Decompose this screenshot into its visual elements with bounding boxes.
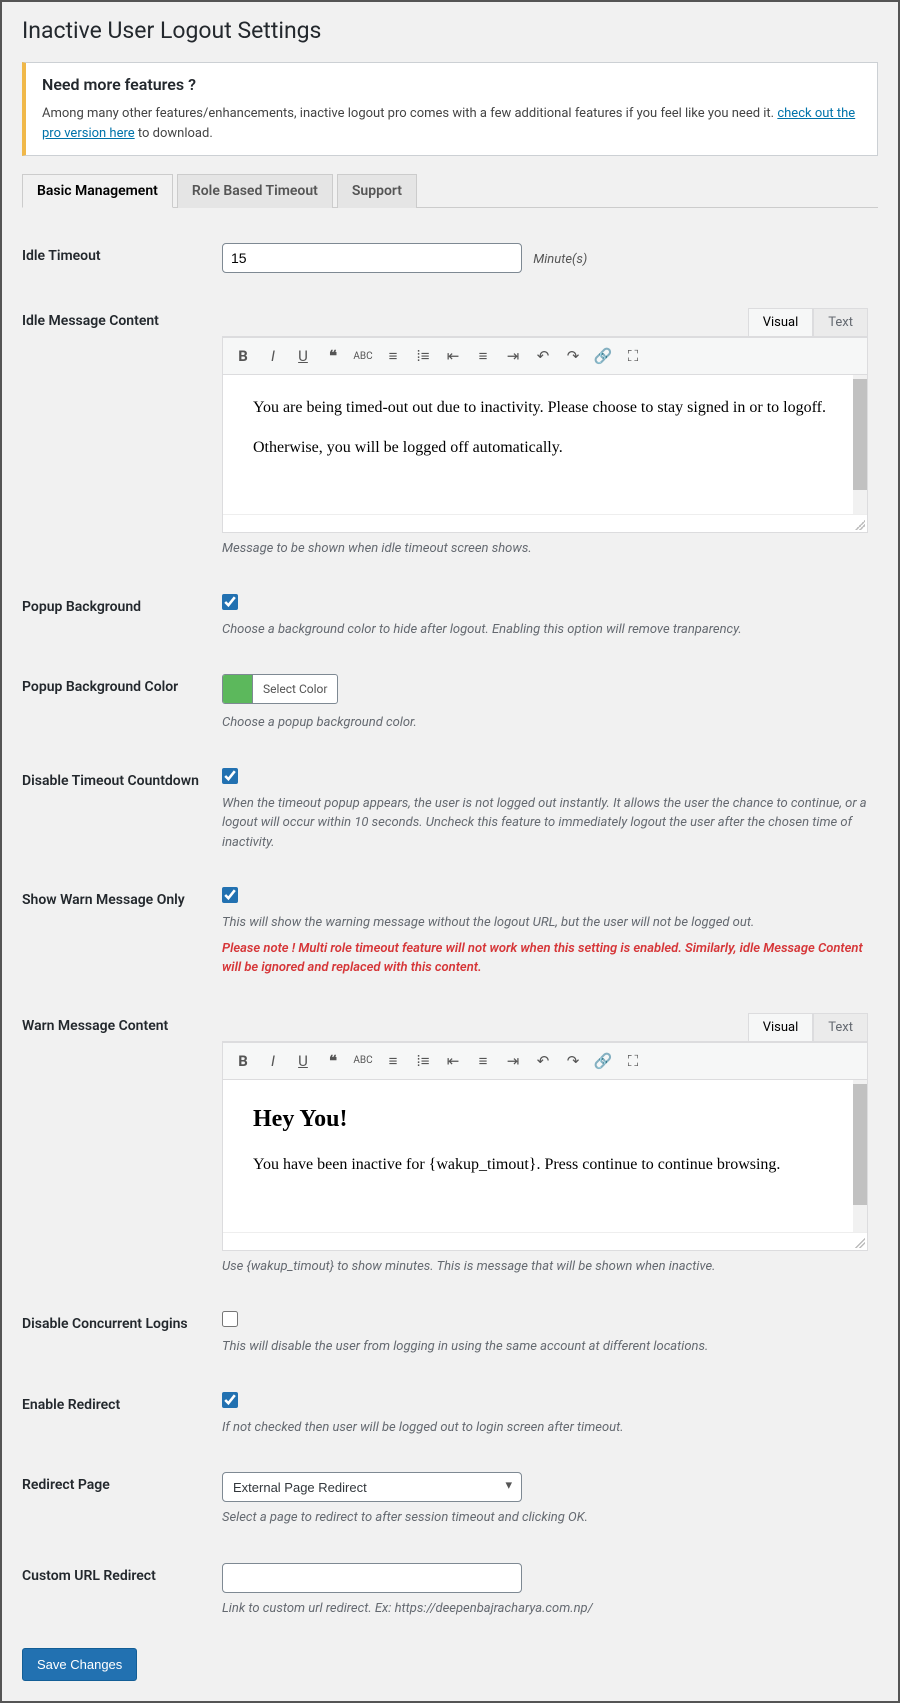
editor-tab-text[interactable]: Text — [813, 308, 868, 336]
align-right-icon[interactable]: ⇥ — [499, 1047, 527, 1075]
disable-countdown-label: Disable Timeout Countdown — [22, 753, 222, 873]
tab-nav: Basic Management Role Based Timeout Supp… — [22, 174, 878, 208]
undo-icon[interactable]: ↶ — [529, 342, 557, 370]
editor-toolbar-2: B I U ❝ ABC ≡ ⁞≡ ⇤ ≡ ⇥ ↶ ↷ 🔗 ⛶ — [223, 1042, 867, 1080]
fullscreen-icon[interactable]: ⛶ — [619, 1047, 647, 1075]
undo-icon[interactable]: ↶ — [529, 1047, 557, 1075]
editor-content-2[interactable]: Hey You! You have been inactive for {wak… — [223, 1080, 867, 1232]
idle-message-label: Idle Message Content — [22, 293, 222, 579]
pro-notice: Need more features ? Among many other fe… — [22, 62, 878, 156]
italic-icon[interactable]: I — [259, 1047, 287, 1075]
editor-resize-handle[interactable] — [223, 514, 867, 532]
warn-message-editor[interactable]: B I U ❝ ABC ≡ ⁞≡ ⇤ ≡ ⇥ ↶ ↷ 🔗 ⛶ — [222, 1041, 868, 1251]
fullscreen-icon[interactable]: ⛶ — [619, 342, 647, 370]
tab-support[interactable]: Support — [337, 174, 417, 208]
disable-concurrent-desc: This will disable the user from logging … — [222, 1337, 868, 1357]
show-warn-label: Show Warn Message Only — [22, 872, 222, 998]
link-icon[interactable]: 🔗 — [589, 342, 617, 370]
select-color-button[interactable]: Select Color — [253, 675, 337, 703]
enable-redirect-label: Enable Redirect — [22, 1377, 222, 1458]
show-warn-red-note: Please note ! Multi role timeout feature… — [222, 939, 868, 978]
disable-countdown-desc: When the timeout popup appears, the user… — [222, 794, 868, 853]
bullet-list-icon[interactable]: ≡ — [379, 1047, 407, 1075]
align-center-icon[interactable]: ≡ — [469, 342, 497, 370]
quote-icon[interactable]: ❝ — [319, 1047, 347, 1075]
idle-message-editor[interactable]: B I U ❝ ABC ≡ ⁞≡ ⇤ ≡ ⇥ ↶ ↷ 🔗 ⛶ — [222, 336, 868, 533]
redirect-page-desc: Select a page to redirect to after sessi… — [222, 1508, 868, 1528]
tab-basic-management[interactable]: Basic Management — [22, 174, 173, 208]
underline-icon[interactable]: U — [289, 1047, 317, 1075]
align-right-icon[interactable]: ⇥ — [499, 342, 527, 370]
editor-tab-text-2[interactable]: Text — [813, 1013, 868, 1041]
popup-bg-desc: Choose a background color to hide after … — [222, 620, 868, 640]
quote-icon[interactable]: ❝ — [319, 342, 347, 370]
disable-concurrent-checkbox[interactable] — [222, 1311, 238, 1327]
editor-tab-visual-2[interactable]: Visual — [748, 1013, 814, 1041]
enable-redirect-desc: If not checked then user will be logged … — [222, 1418, 868, 1438]
popup-bg-color-desc: Choose a popup background color. — [222, 713, 868, 733]
popup-bg-color-label: Popup Background Color — [22, 659, 222, 753]
editor-tabs: Visual Text — [222, 308, 868, 336]
number-list-icon[interactable]: ⁞≡ — [409, 342, 437, 370]
disable-concurrent-label: Disable Concurrent Logins — [22, 1296, 222, 1377]
idle-timeout-unit: Minute(s) — [533, 252, 587, 267]
notice-text: Among many other features/enhancements, … — [42, 104, 861, 143]
popup-bg-checkbox[interactable] — [222, 594, 238, 610]
disable-countdown-checkbox[interactable] — [222, 768, 238, 784]
idle-timeout-label: Idle Timeout — [22, 228, 222, 293]
align-center-icon[interactable]: ≡ — [469, 1047, 497, 1075]
warn-message-label: Warn Message Content — [22, 998, 222, 1296]
redirect-page-label: Redirect Page — [22, 1457, 222, 1548]
popup-bg-label: Popup Background — [22, 579, 222, 660]
redirect-page-select[interactable]: External Page Redirect — [222, 1472, 522, 1502]
editor-tabs-2: Visual Text — [222, 1013, 868, 1041]
save-changes-button[interactable]: Save Changes — [22, 1648, 137, 1681]
editor-tab-visual[interactable]: Visual — [748, 308, 814, 336]
align-left-icon[interactable]: ⇤ — [439, 1047, 467, 1075]
color-picker[interactable]: Select Color — [222, 674, 338, 704]
notice-heading: Need more features ? — [42, 75, 861, 94]
custom-url-input[interactable] — [222, 1563, 522, 1593]
idle-message-desc: Message to be shown when idle timeout sc… — [222, 539, 868, 559]
editor-toolbar: B I U ❝ ABC ≡ ⁞≡ ⇤ ≡ ⇥ ↶ ↷ 🔗 ⛶ — [223, 337, 867, 375]
bullet-list-icon[interactable]: ≡ — [379, 342, 407, 370]
align-left-icon[interactable]: ⇤ — [439, 342, 467, 370]
underline-icon[interactable]: U — [289, 342, 317, 370]
show-warn-desc: This will show the warning message witho… — [222, 913, 868, 933]
link-icon[interactable]: 🔗 — [589, 1047, 617, 1075]
show-warn-checkbox[interactable] — [222, 887, 238, 903]
bold-icon[interactable]: B — [229, 1047, 257, 1075]
editor-content[interactable]: You are being timed-out out due to inact… — [223, 375, 867, 514]
page-title: Inactive User Logout Settings — [22, 17, 878, 44]
custom-url-label: Custom URL Redirect — [22, 1548, 222, 1639]
idle-timeout-input[interactable] — [222, 243, 522, 273]
italic-icon[interactable]: I — [259, 342, 287, 370]
strikethrough-icon[interactable]: ABC — [349, 342, 377, 370]
custom-url-desc: Link to custom url redirect. Ex: https:/… — [222, 1599, 868, 1619]
editor-resize-handle-2[interactable] — [223, 1232, 867, 1250]
redo-icon[interactable]: ↷ — [559, 1047, 587, 1075]
color-swatch — [223, 675, 253, 703]
strikethrough-icon[interactable]: ABC — [349, 1047, 377, 1075]
number-list-icon[interactable]: ⁞≡ — [409, 1047, 437, 1075]
redo-icon[interactable]: ↷ — [559, 342, 587, 370]
tab-role-based-timeout[interactable]: Role Based Timeout — [177, 174, 333, 208]
enable-redirect-checkbox[interactable] — [222, 1392, 238, 1408]
warn-message-desc: Use {wakup_timout} to show minutes. This… — [222, 1257, 868, 1277]
bold-icon[interactable]: B — [229, 342, 257, 370]
